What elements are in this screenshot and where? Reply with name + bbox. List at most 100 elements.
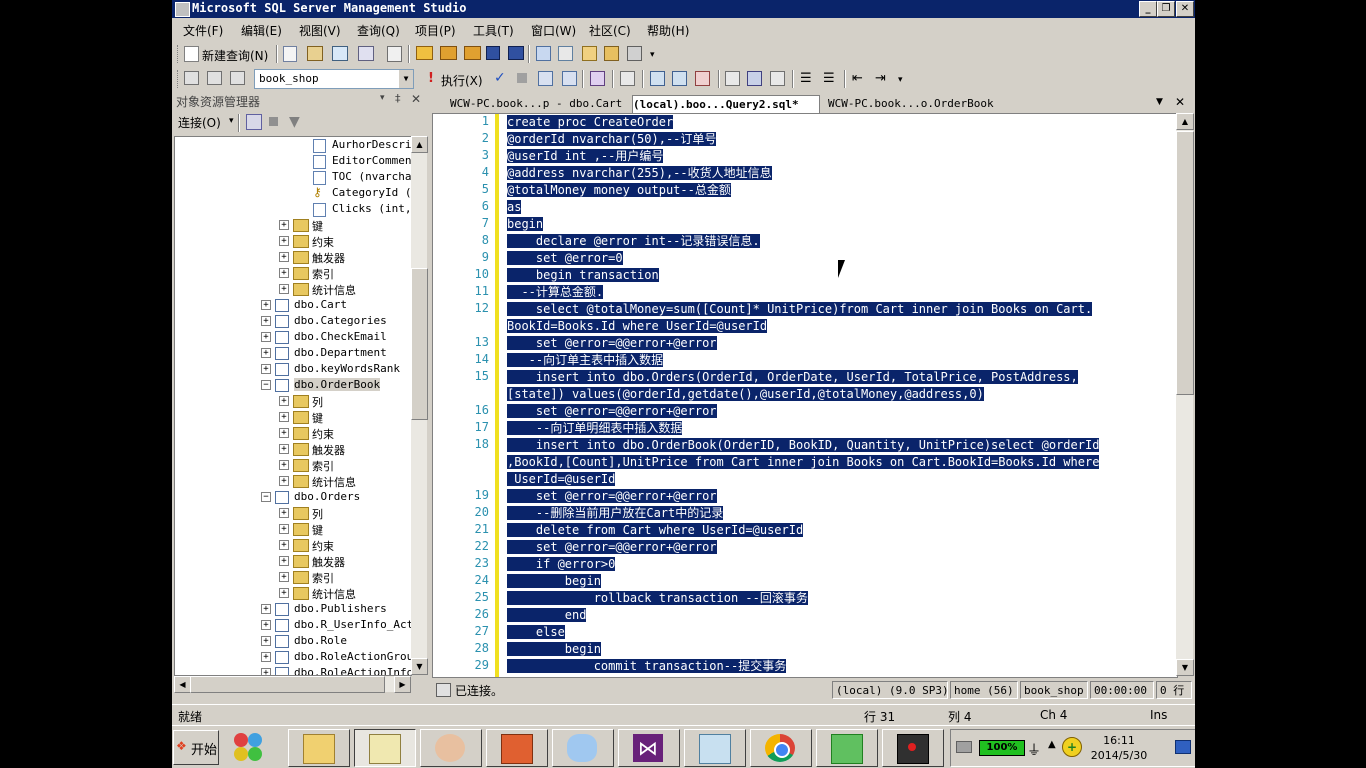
object-explorer-icon[interactable] <box>558 46 573 61</box>
tree-node[interactable]: + 索引 <box>175 457 411 473</box>
collapse-icon[interactable]: − <box>261 492 271 502</box>
tree-vertical-scrollbar[interactable]: ▲ ▼ <box>411 136 428 675</box>
expand-icon[interactable]: + <box>279 236 289 246</box>
new-query-button[interactable]: 新建查询(N) <box>202 47 268 64</box>
parse-check-icon[interactable]: ✓ <box>494 70 506 86</box>
expand-icon[interactable]: + <box>279 284 289 294</box>
code-line[interactable]: [state]) values(@orderId,getdate(),@user… <box>507 386 984 403</box>
tree-node[interactable]: + 键 <box>175 521 411 537</box>
editor-vertical-scrollbar[interactable]: ▲ ▼ <box>1176 113 1194 676</box>
tree-node[interactable]: TOC (nvarchar <box>175 169 411 185</box>
expand-icon[interactable]: + <box>279 476 289 486</box>
increase-indent-icon[interactable]: ⇥ <box>875 71 891 87</box>
pin-icon[interactable]: ‡ <box>395 92 401 105</box>
tree-node[interactable]: + dbo.keyWordsRank <box>175 361 411 377</box>
menu-project[interactable]: 项目(P) <box>415 22 456 39</box>
menu-edit[interactable]: 编辑(E) <box>241 22 282 39</box>
toolbar-grip[interactable] <box>177 70 181 88</box>
tree-node[interactable]: + 约束 <box>175 233 411 249</box>
specify-values-icon[interactable] <box>620 71 635 86</box>
panel-menu-icon[interactable]: ▾ <box>380 93 385 103</box>
tree-node[interactable]: + dbo.Publishers <box>175 601 411 617</box>
menu-file[interactable]: 文件(F) <box>183 22 223 39</box>
query-designer-icon[interactable] <box>562 71 577 86</box>
tree-node[interactable]: + dbo.Role <box>175 633 411 649</box>
expand-icon[interactable]: + <box>261 620 271 630</box>
tab-orderbook[interactable]: WCW-PC.book...o.OrderBook <box>828 95 1018 112</box>
tree-node[interactable]: − dbo.Orders <box>175 489 411 505</box>
show-desktop-icon[interactable] <box>1175 740 1191 754</box>
expand-icon[interactable]: + <box>261 636 271 646</box>
keyboard-icon[interactable] <box>956 741 972 753</box>
tab-cart[interactable]: WCW-PC.book...p - dbo.Cart <box>450 95 628 112</box>
tree-node[interactable]: + dbo.R_UserInfo_Acti <box>175 617 411 633</box>
disconnect-icon[interactable] <box>207 71 222 85</box>
database-select[interactable]: book_shop ▼ <box>254 69 414 89</box>
menu-view[interactable]: 视图(V) <box>299 22 341 39</box>
tree-node[interactable]: − dbo.OrderBook <box>175 377 411 393</box>
tree-node[interactable]: + 统计信息 <box>175 585 411 601</box>
users-task-button[interactable] <box>420 729 482 767</box>
save-all-icon[interactable] <box>508 46 524 60</box>
scroll-up-icon[interactable]: ▲ <box>411 136 428 153</box>
code-line[interactable]: --删除当前用户放在Cart中的记录 <box>507 505 724 522</box>
tree-node[interactable]: + 列 <box>175 505 411 521</box>
expand-icon[interactable]: + <box>279 428 289 438</box>
power-plug-icon[interactable]: ⏚ <box>1027 740 1041 760</box>
color-balls-icon[interactable] <box>232 731 266 763</box>
code-line[interactable]: --计算总金额. <box>507 284 604 301</box>
tree-node[interactable]: + 键 <box>175 409 411 425</box>
expand-icon[interactable]: + <box>279 268 289 278</box>
new-file-icon[interactable] <box>283 46 297 62</box>
toolbar-options-icon[interactable]: ▾ <box>898 75 906 85</box>
code-line[interactable]: --向订单主表中插入数据 <box>507 352 664 369</box>
code-line[interactable]: end <box>507 607 587 624</box>
tree-node[interactable]: + 列 <box>175 393 411 409</box>
code-line[interactable]: begin <box>507 573 601 590</box>
results-to-grid-icon[interactable] <box>747 71 762 86</box>
tree-node[interactable]: + dbo.Cart <box>175 297 411 313</box>
analyze-icon[interactable] <box>590 71 605 86</box>
code-line[interactable]: begin transaction <box>507 267 659 284</box>
tree-node[interactable]: + 索引 <box>175 569 411 585</box>
collapse-icon[interactable]: − <box>261 380 271 390</box>
solution-explorer-icon[interactable] <box>604 46 619 61</box>
chevron-down-icon[interactable]: ▼ <box>399 70 413 88</box>
notepad-task-button[interactable] <box>684 729 746 767</box>
expand-icon[interactable]: + <box>279 556 289 566</box>
menu-help[interactable]: 帮助(H) <box>647 22 689 39</box>
registered-servers-icon[interactable] <box>536 46 551 61</box>
tree-node[interactable]: + 键 <box>175 217 411 233</box>
expand-icon[interactable]: + <box>279 460 289 470</box>
include-plan-icon[interactable] <box>650 71 665 86</box>
tree-node[interactable]: + 触发器 <box>175 249 411 265</box>
tree-node[interactable]: + 统计信息 <box>175 281 411 297</box>
tree-node[interactable]: EditorComment <box>175 153 411 169</box>
code-line[interactable]: set @error=@@error+@error <box>507 539 717 556</box>
menu-window[interactable]: 窗口(W) <box>531 22 576 39</box>
expand-icon[interactable]: + <box>261 364 271 374</box>
expand-icon[interactable]: + <box>279 396 289 406</box>
recorder-task-button[interactable] <box>882 729 944 767</box>
menu-query[interactable]: 查询(Q) <box>357 22 400 39</box>
code-line[interactable]: insert into dbo.OrderBook(OrderID, BookI… <box>507 437 1100 454</box>
expand-icon[interactable]: + <box>261 332 271 342</box>
add-item-icon[interactable] <box>464 46 481 60</box>
code-line[interactable]: @totalMoney money output--总金额 <box>507 182 731 199</box>
paint-task-button[interactable] <box>552 729 614 767</box>
tree-node[interactable]: + 约束 <box>175 425 411 441</box>
menu-tools[interactable]: 工具(T) <box>473 22 514 39</box>
show-hidden-icons-icon[interactable]: ▲ <box>1048 739 1056 750</box>
visual-studio-task-button[interactable]: ⋈ <box>618 729 680 767</box>
ssms-task-button[interactable] <box>354 729 416 767</box>
save-icon[interactable] <box>486 46 500 60</box>
scroll-thumb[interactable] <box>1176 131 1194 395</box>
tree-node[interactable]: + dbo.RoleActionGroup <box>175 649 411 665</box>
change-connection-icon[interactable] <box>230 71 245 85</box>
execute-button[interactable]: 执行(X) <box>441 72 483 89</box>
expand-icon[interactable]: + <box>279 252 289 262</box>
code-line[interactable]: if @error>0 <box>507 556 616 573</box>
tree-node[interactable]: + dbo.Department <box>175 345 411 361</box>
scroll-down-icon[interactable]: ▼ <box>411 658 428 675</box>
sqlcmd-mode-icon[interactable] <box>695 71 710 86</box>
